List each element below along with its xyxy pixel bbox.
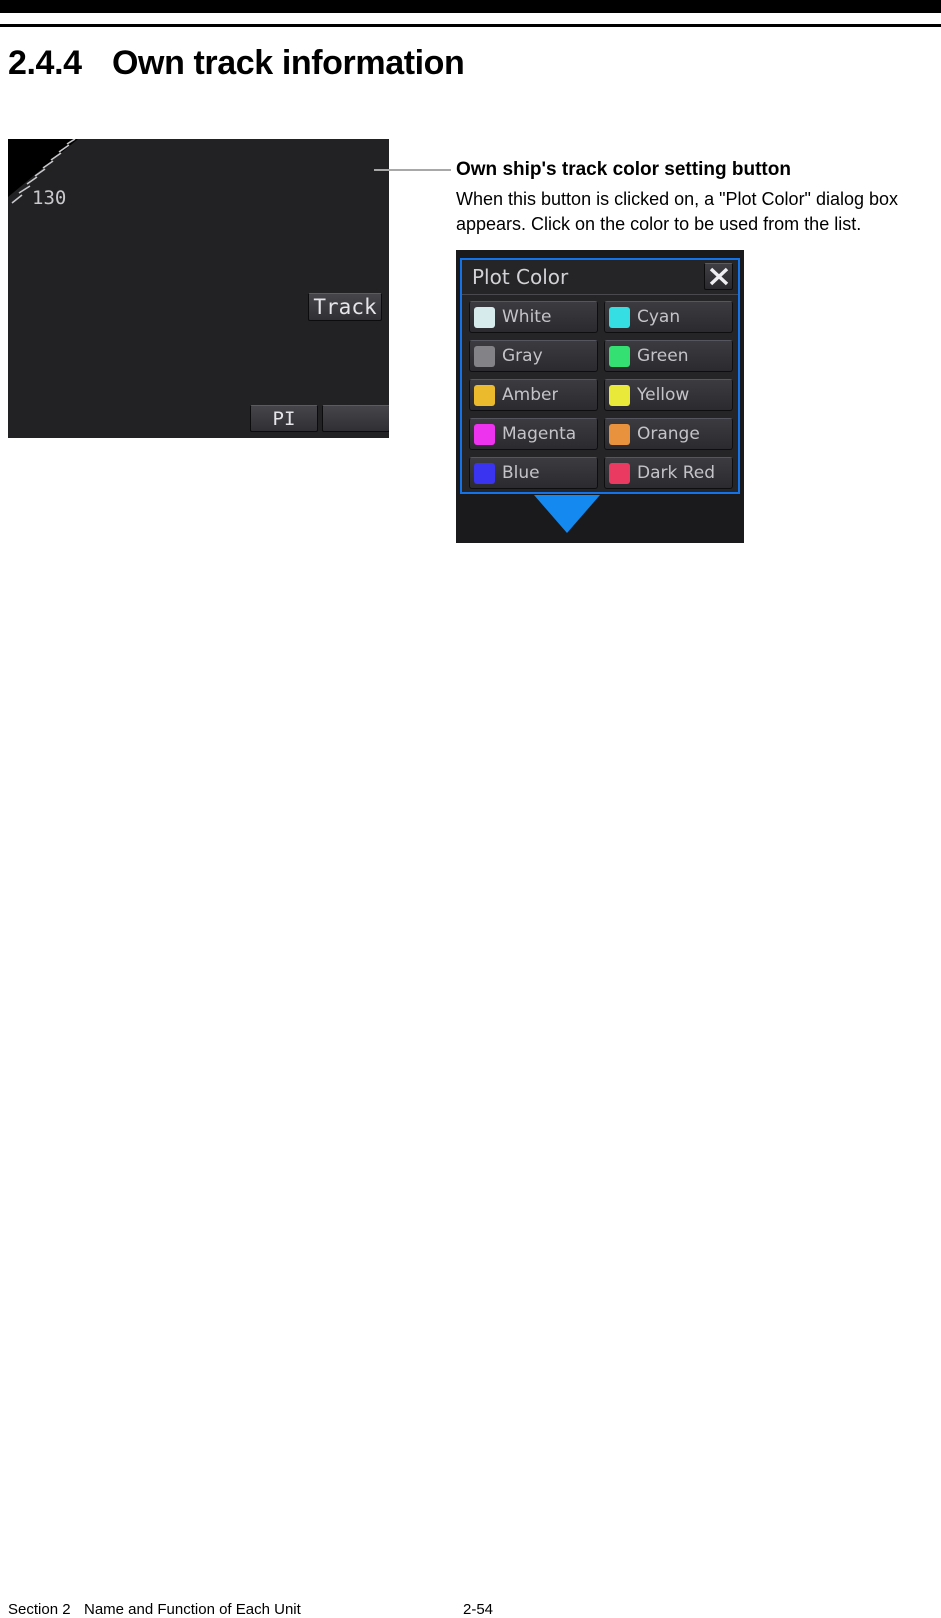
color-swatch [609, 462, 630, 484]
color-option-amber[interactable]: Amber [469, 379, 598, 411]
page-top-rule [0, 24, 941, 27]
radar-panel: 130 Track PI EBL Off Off ° R VRM Off Off… [8, 139, 389, 438]
color-swatch [474, 345, 495, 367]
close-icon [709, 267, 729, 286]
plot-color-dialog: Plot Color White Cyan Gray Green Amber Y… [460, 258, 740, 494]
color-option-label: White [502, 307, 552, 327]
color-option-grid: White Cyan Gray Green Amber Yellow Magen… [469, 301, 733, 489]
dialog-title: Plot Color [472, 265, 569, 289]
page-top-black-bar [0, 0, 941, 13]
footer-page-number: 2-54 [463, 1601, 494, 1618]
color-option-white[interactable]: White [469, 301, 598, 333]
pi-value-button[interactable] [322, 405, 389, 432]
color-option-label: Orange [637, 424, 700, 444]
color-option-label: Cyan [637, 307, 681, 327]
color-swatch [474, 423, 495, 445]
color-option-label: Green [637, 346, 689, 366]
color-swatch [474, 384, 495, 406]
color-swatch [474, 306, 495, 328]
footer-unit-title: Name and Function of Each Unit [84, 1601, 301, 1618]
annotation-title: Own ship's track color setting button [456, 159, 791, 180]
color-swatch [609, 423, 630, 445]
color-option-dark-red[interactable]: Dark Red [604, 457, 733, 489]
color-option-label: Amber [502, 385, 559, 405]
dialog-pointer-triangle-icon [534, 495, 600, 533]
section-title: Own track information [112, 44, 465, 82]
color-option-magenta[interactable]: Magenta [469, 418, 598, 450]
page-title: 2.4.4 Own track information [8, 44, 888, 83]
color-option-yellow[interactable]: Yellow [604, 379, 733, 411]
compass-bearing-label: 130 [32, 187, 67, 209]
color-option-cyan[interactable]: Cyan [604, 301, 733, 333]
color-swatch [609, 345, 630, 367]
pi-button[interactable]: PI [250, 405, 318, 432]
callout-leader-line [374, 169, 451, 171]
footer-section: Section 2 [8, 1601, 71, 1618]
section-number: 2.4.4 [8, 44, 82, 82]
track-button[interactable]: Track [308, 293, 382, 321]
color-swatch [609, 306, 630, 328]
color-option-label: Dark Red [637, 463, 716, 483]
color-swatch [609, 384, 630, 406]
color-option-gray[interactable]: Gray [469, 340, 598, 372]
color-option-label: Yellow [637, 385, 690, 405]
dialog-titlebar: Plot Color [462, 260, 738, 295]
close-button[interactable] [704, 263, 733, 290]
color-option-label: Magenta [502, 424, 577, 444]
color-option-blue[interactable]: Blue [469, 457, 598, 489]
color-option-green[interactable]: Green [604, 340, 733, 372]
color-option-orange[interactable]: Orange [604, 418, 733, 450]
annotation-body: When this button is clicked on, a "Plot … [456, 189, 899, 234]
color-option-label: Blue [502, 463, 540, 483]
color-option-label: Gray [502, 346, 543, 366]
plot-color-dialog-container: Plot Color White Cyan Gray Green Amber Y… [456, 250, 744, 543]
color-swatch [474, 462, 495, 484]
